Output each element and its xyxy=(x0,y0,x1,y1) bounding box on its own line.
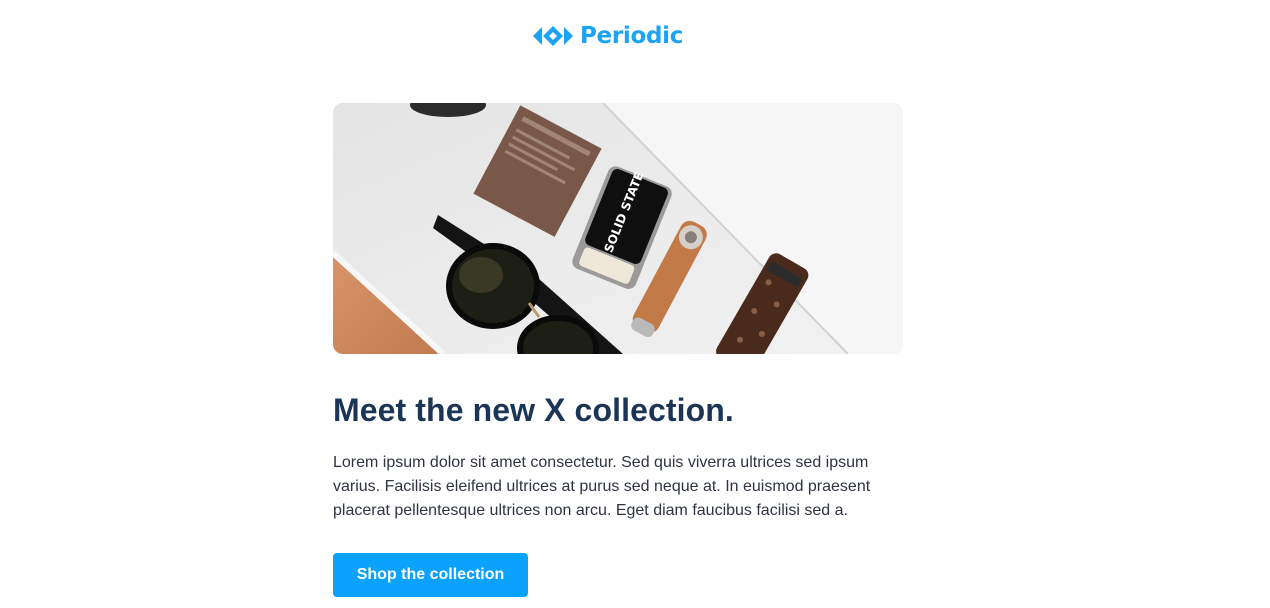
brand-logo[interactable]: Periodic xyxy=(533,21,683,51)
body-paragraph: Lorem ipsum dolor sit amet consectetur. … xyxy=(333,454,871,519)
headline: Meet the new X collection. xyxy=(333,392,734,428)
brand-name: Periodic xyxy=(580,23,684,49)
diamond-logo-icon xyxy=(533,21,573,51)
email-page: Periodic SOLID STATE Meet the new X coll… xyxy=(0,0,1270,608)
hero-image: SOLID STATE xyxy=(333,103,903,354)
shop-collection-button[interactable]: Shop the collection xyxy=(333,553,528,597)
